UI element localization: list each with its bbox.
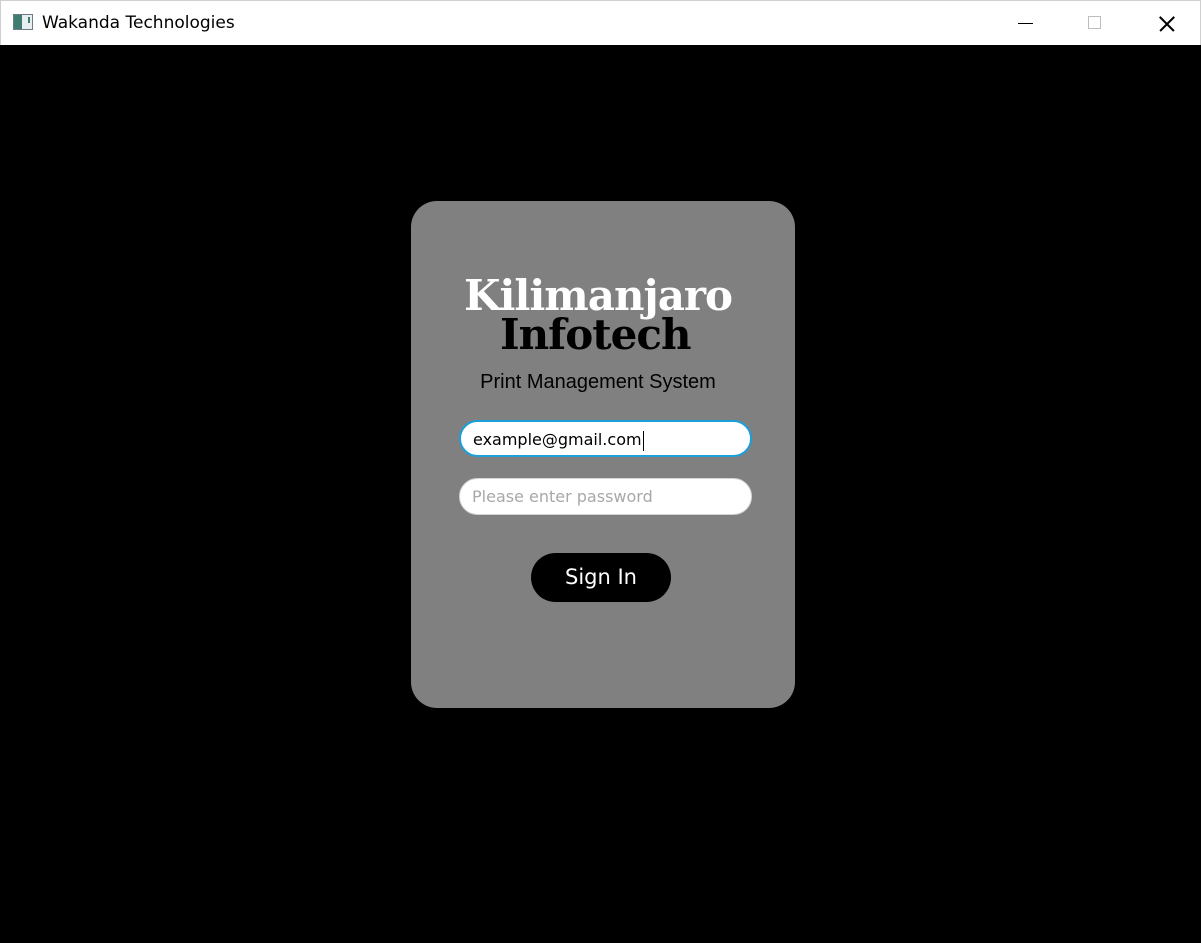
sign-in-button[interactable]: Sign In [531, 553, 671, 602]
password-placeholder: Please enter password [472, 487, 653, 506]
minimize-button[interactable] [991, 1, 1059, 45]
login-card: Kilimanjaro Infotech Print Management Sy… [411, 201, 795, 708]
password-field[interactable]: Please enter password [459, 478, 752, 515]
window-title: Wakanda Technologies [42, 13, 235, 33]
app-window: Wakanda Technologies Kilimanjaro Infotec… [0, 0, 1201, 943]
brand-name-line2: Infotech [500, 310, 691, 359]
maximize-button[interactable] [1061, 1, 1129, 45]
app-subtitle: Print Management System [480, 371, 716, 393]
text-caret [642, 430, 644, 451]
close-button[interactable] [1131, 1, 1199, 45]
title-bar[interactable]: Wakanda Technologies [0, 0, 1201, 45]
app-window-icon [13, 14, 33, 30]
email-field[interactable]: example@gmail.com [459, 420, 752, 457]
email-value: example@gmail.com [473, 430, 644, 451]
